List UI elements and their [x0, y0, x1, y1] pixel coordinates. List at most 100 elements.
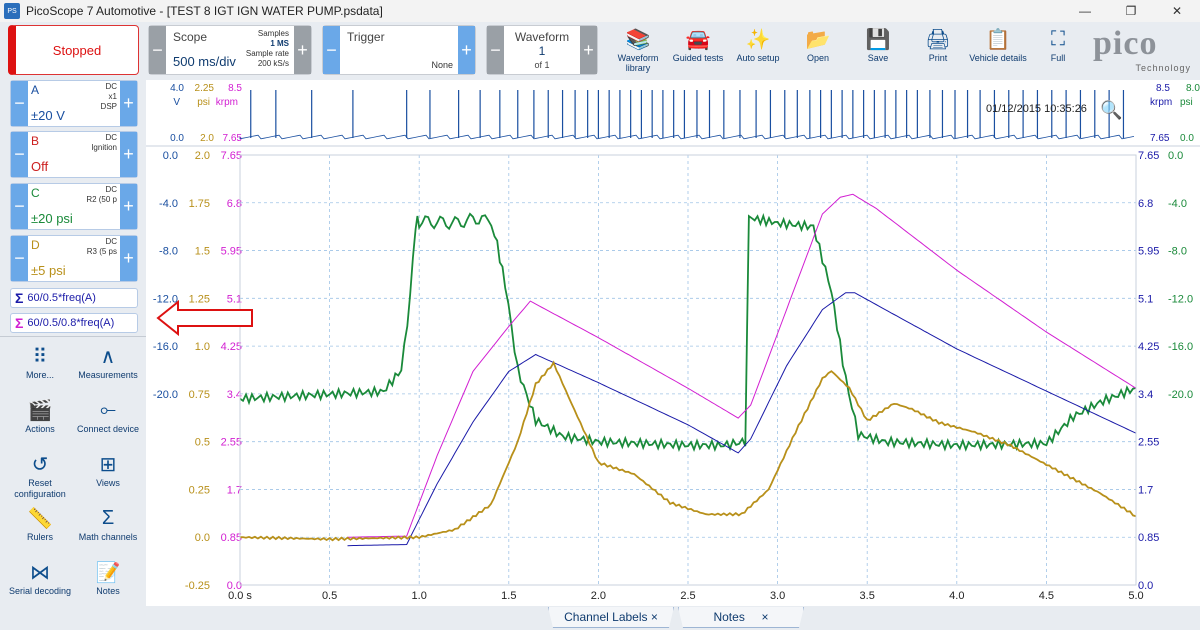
channel-b-letter: B — [31, 134, 40, 148]
channel-b-control[interactable]: − B DC Ignition Off + — [10, 131, 138, 178]
close-icon[interactable]: × — [651, 610, 658, 624]
views-button[interactable]: ⊞ Views — [74, 450, 142, 489]
compass-icon: ∧ — [100, 345, 116, 368]
rulers-button[interactable]: 📏 Rulers — [6, 504, 74, 543]
connect-device-button[interactable]: ⟜ Connect device — [74, 396, 142, 435]
maximize-button[interactable]: ❐ — [1108, 0, 1154, 22]
scope-view[interactable]: 4.0 2.25 8.5V psi krpm0.0 2.0 7.658.5 8.0krpm ps… — [146, 80, 1200, 606]
channel-a-range[interactable]: ±20 V — [31, 108, 65, 123]
waveform-count: of 1 — [534, 60, 550, 70]
channel-d-decrease-button[interactable]: − — [11, 236, 28, 281]
channel-a-coupling: DC — [105, 82, 117, 91]
print-button[interactable]: 🖨 Print — [908, 25, 968, 73]
channel-b-increase-button[interactable]: + — [120, 132, 137, 177]
close-icon[interactable]: × — [762, 610, 769, 624]
channel-d-control[interactable]: − D DC R3 (5 ps ±5 psi + — [10, 235, 138, 282]
math-channel-1[interactable]: Σ 60/0.5*freq(A) — [10, 288, 138, 308]
left-axis-tick-V: -20.0 — [153, 389, 178, 401]
channel-b-range[interactable]: Off — [31, 159, 48, 174]
trigger-label: Trigger — [347, 30, 385, 44]
save-icon: 💾 — [865, 28, 891, 51]
right-axis-tick-krpm: 2.55 — [1138, 437, 1159, 449]
channel-c-decrease-button[interactable]: − — [11, 184, 28, 229]
channel-a-increase-button[interactable]: + — [120, 81, 137, 126]
tab-notes[interactable]: Notes × — [678, 607, 804, 628]
upper-pane: 4.0 2.25 8.5V psi krpm0.0 2.0 7.658.5 8.0krpm ps… — [146, 83, 1200, 147]
timebase-increase-button[interactable]: + — [294, 26, 311, 74]
waveform-next-button[interactable]: + — [580, 26, 597, 74]
close-button[interactable]: ✕ — [1154, 0, 1200, 22]
math-channels-button[interactable]: Σ Math channels — [74, 504, 142, 543]
channel-a-decrease-button[interactable]: − — [11, 81, 28, 126]
left-axis-tick-psi: 1.5 — [195, 246, 210, 258]
upper-left-bottom-tick: 7.65 — [223, 133, 243, 144]
left-axis-tick-V: -4.0 — [159, 198, 178, 210]
printer-icon: 🖨 — [925, 28, 951, 51]
minimize-button[interactable]: — — [1062, 0, 1108, 22]
scope-label: Scope — [173, 30, 208, 44]
run-stop-button[interactable]: Stopped — [8, 25, 139, 75]
toolbar: Stopped − Scope 500 ms/div Samples 1 MS … — [0, 22, 1200, 80]
trigger-prev-button[interactable]: − — [323, 26, 340, 74]
upper-right-bottom-tick: 7.65 — [1150, 133, 1170, 144]
measurements-button[interactable]: ∧ Measurements — [74, 342, 142, 381]
x-tick-label: 3.0 — [770, 590, 785, 602]
math-channel-2[interactable]: Σ 60/0.5/0.8*freq(A) — [10, 313, 138, 333]
channel-d-coupling: DC — [105, 237, 117, 246]
vehicle-details-button[interactable]: 📋 Vehicle details — [968, 25, 1028, 73]
capture-timestamp: 01/12/2015 10:35:26 — [986, 103, 1087, 115]
serial-decoding-button[interactable]: ⋈ Serial decoding — [6, 558, 74, 597]
left-axis-tick-psi: 0.0 — [195, 532, 210, 544]
channel-c-increase-button[interactable]: + — [120, 184, 137, 229]
sigma-icon: Σ — [101, 506, 115, 529]
channel-d-range[interactable]: ±5 psi — [31, 263, 66, 278]
sample-rate-label: Sample rate — [245, 49, 289, 58]
channel-b-decrease-button[interactable]: − — [11, 132, 28, 177]
channel-c-control[interactable]: − C DC R2 (50 p ±20 psi + — [10, 183, 138, 230]
full-screen-button[interactable]: ⛶ Full — [1028, 25, 1088, 73]
guided-tests-button[interactable]: 🚘 Guided tests — [668, 25, 728, 73]
right-axis-tick-krpm: 0.85 — [1138, 532, 1159, 544]
grid-dots-icon: ⠿ — [32, 345, 48, 368]
left-axis-tick-psi: 1.0 — [195, 341, 210, 353]
left-axis-tick-psi: -0.25 — [185, 580, 210, 592]
usb-icon: ⟜ — [100, 398, 116, 421]
reset-configuration-button[interactable]: ↺ Reset configuration — [6, 450, 74, 500]
left-axis-tick-V: -16.0 — [153, 341, 178, 353]
channel-d-increase-button[interactable]: + — [120, 236, 137, 281]
actions-button[interactable]: 🎬 Actions — [6, 396, 74, 435]
left-axis-tick-psi: 1.75 — [189, 198, 210, 210]
open-button[interactable]: 📂 Open — [788, 25, 848, 73]
pico-logo: pico Technology — [1093, 25, 1191, 73]
clipboard-icon: 📋 — [985, 28, 1011, 51]
trigger-mode-value[interactable]: None — [431, 60, 453, 70]
more-button[interactable]: ⠿ More... — [6, 342, 74, 381]
trigger-next-button[interactable]: + — [458, 26, 475, 74]
notes-icon: 📝 — [95, 561, 121, 584]
waveform-prev-button[interactable]: − — [487, 26, 504, 74]
views-grid-icon: ⊞ — [99, 453, 117, 476]
save-button[interactable]: 💾 Save — [848, 25, 908, 73]
channel-d-letter: D — [31, 238, 40, 252]
auto-setup-button[interactable]: ✨ Auto setup — [728, 25, 788, 73]
upper-left-unit: krpm — [216, 97, 238, 108]
waveform-library-button[interactable]: 📚 Waveform library — [608, 25, 668, 74]
timebase-value[interactable]: 500 ms/div — [173, 54, 236, 69]
channel-c-range[interactable]: ±20 psi — [31, 211, 73, 226]
window-title: PicoScope 7 Automotive - [TEST 8 IGT IGN… — [26, 4, 383, 18]
waveform-label: Waveform — [514, 30, 570, 44]
samples-label: Samples — [257, 29, 289, 38]
timebase-decrease-button[interactable]: − — [149, 26, 166, 74]
right-axis-tick-psi: -8.0 — [1168, 246, 1187, 258]
title-bar: PS PicoScope 7 Automotive - [TEST 8 IGT … — [0, 0, 1200, 22]
left-axis-tick-krpm: 0.85 — [221, 532, 242, 544]
x-tick-label: 0.5 — [322, 590, 337, 602]
tab-channel-labels[interactable]: Channel Labels × — [548, 607, 674, 628]
channel-a-control[interactable]: − A DC x1 DSP ±20 V + — [10, 80, 138, 127]
notes-button[interactable]: 📝 Notes — [74, 558, 142, 597]
samples-value[interactable]: 1 MS — [246, 39, 289, 49]
zoom-icon: 🔍 — [1100, 98, 1122, 120]
upper-left-bottom-tick: 0.0 — [170, 133, 184, 144]
reset-icon: ↺ — [31, 453, 49, 476]
right-axis-tick-psi: -20.0 — [1168, 389, 1193, 401]
